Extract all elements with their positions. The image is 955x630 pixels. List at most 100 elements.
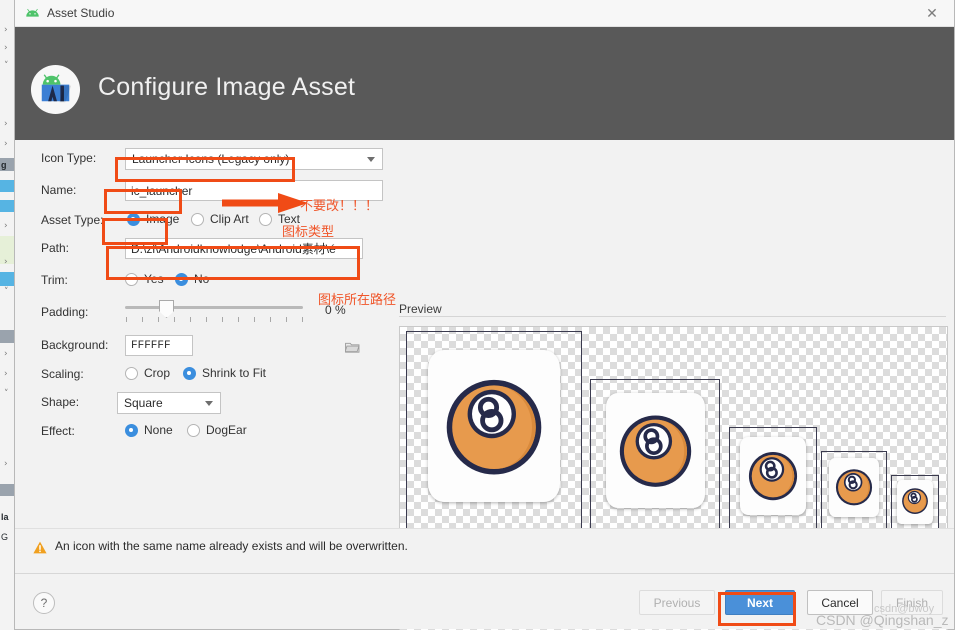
field-row-effect: Effect: None DogEar: [15, 421, 387, 443]
preview-panel: Preview: [387, 140, 955, 630]
preview-separator: [399, 316, 946, 317]
field-row-scaling: Scaling: Crop Shrink to Fit: [15, 364, 387, 386]
chevron-right-icon: ›: [4, 43, 8, 53]
shape-label: Shape:: [41, 395, 80, 409]
chevron-down-icon: [205, 401, 213, 406]
help-button[interactable]: ?: [33, 592, 55, 614]
effect-option-label: DogEar: [206, 423, 247, 437]
asset-type-radio-image[interactable]: Image: [127, 212, 179, 226]
radio-dot-icon: [183, 366, 196, 380]
android-icon: [26, 8, 39, 17]
padding-slider[interactable]: [125, 300, 303, 322]
scaling-radio-shrink-to-fit[interactable]: Shrink to Fit: [183, 366, 266, 380]
scaling-option-label: Crop: [144, 366, 171, 380]
eight-ball-icon: [619, 415, 692, 487]
asset-studio-dialog: Asset Studio ✕ Configure Image Asset Ico…: [14, 0, 955, 630]
warning-message: An icon with the same name already exist…: [55, 539, 408, 553]
preview-item-xhdpi: xhdpi: [729, 427, 817, 543]
warning-bar: An icon with the same name already exist…: [15, 528, 954, 573]
page-title: Configure Image Asset: [98, 73, 356, 101]
background-color-input[interactable]: FFFFFF: [125, 335, 193, 356]
window-title: Asset Studio: [47, 6, 115, 20]
field-row-shape: Shape: Square: [15, 392, 387, 414]
path-label: Path:: [41, 241, 70, 255]
chevron-right-icon: ›: [4, 25, 8, 35]
ide-label: g: [1, 160, 7, 170]
field-row-path: Path: D:\zl\Androidknowlodge\Android素材\é: [15, 238, 387, 353]
effect-option-label: None: [144, 423, 173, 437]
trim-label: Trim:: [41, 273, 68, 287]
annotation-arrow-icon: [222, 193, 308, 213]
padding-label: Padding:: [41, 305, 89, 319]
trim-option-label: No: [194, 272, 210, 286]
annotation-asset-type-note: 图标类型: [282, 224, 335, 239]
chevron-right-icon: ›: [4, 257, 8, 267]
preview-item-hdpi: hdpi: [821, 451, 887, 543]
dialog-titlebar: Asset Studio ✕: [15, 0, 954, 27]
eight-ball-icon: [835, 469, 873, 506]
preview-tile: [606, 393, 705, 508]
radio-dot-icon: [191, 212, 204, 226]
effect-radio-none[interactable]: None: [125, 423, 173, 437]
preview-tile: [428, 350, 560, 502]
shape-select[interactable]: Square: [117, 392, 221, 414]
chevron-down-icon: ˅: [4, 389, 9, 399]
effect-label: Effect:: [41, 424, 75, 438]
chevron-right-icon: ›: [4, 349, 8, 359]
chevron-down-icon: ˅: [4, 287, 9, 297]
icon-type-label: Icon Type:: [41, 151, 97, 165]
preview-item-mdpi: mdpi: [891, 475, 939, 545]
eight-ball-icon: [446, 379, 542, 475]
radio-dot-icon: [187, 423, 200, 437]
chevron-right-icon: ›: [4, 119, 8, 129]
chevron-right-icon: ›: [4, 459, 8, 469]
slider-track: [125, 306, 303, 309]
field-row-background: Background: FFFFFF: [15, 335, 387, 357]
ide-label: la: [1, 512, 9, 522]
radio-dot-icon: [125, 423, 138, 437]
preview-item-xxhdpi: xxhdpi: [590, 379, 720, 544]
trim-radio-yes[interactable]: Yes: [125, 272, 164, 286]
scaling-option-label: Shrink to Fit: [202, 366, 267, 380]
background-label: Background:: [41, 338, 109, 352]
effect-radio-dogear[interactable]: DogEar: [187, 423, 247, 437]
preview-tile: [897, 480, 933, 524]
path-input[interactable]: D:\zl\Androidknowlodge\Android素材\é: [125, 238, 363, 259]
annotation-path-note: 图标所在路径: [318, 292, 397, 307]
asset-type-option-label: Clip Art: [210, 212, 249, 226]
radio-dot-icon: [125, 272, 138, 286]
radio-dot-icon: [125, 366, 138, 380]
name-label: Name:: [41, 183, 77, 197]
android-studio-icon: [30, 64, 81, 115]
previous-button: Previous: [639, 590, 715, 615]
icon-type-select[interactable]: Launcher Icons (Legacy only): [125, 148, 383, 170]
radio-dot-icon: [127, 212, 140, 226]
icon-type-value: Launcher Icons (Legacy only): [132, 152, 290, 166]
preview-tile: [740, 437, 806, 515]
asset-type-radio-clip-art[interactable]: Clip Art: [191, 212, 249, 226]
watermark-overlay: csdn@bwoy: [874, 603, 935, 615]
trim-radio-no[interactable]: No: [175, 272, 209, 286]
scaling-radio-crop[interactable]: Crop: [125, 366, 170, 380]
preview-item-xxxhdpi: xxxhdpi: [406, 331, 582, 545]
field-row-icon-type: Icon Type: Launcher Icons (Legacy only): [15, 148, 387, 170]
shape-value: Square: [124, 396, 163, 410]
slider-ticks: [126, 317, 304, 323]
preview-tile: [829, 458, 879, 517]
annotation-name-note: 不要改！！！: [300, 198, 379, 213]
radio-dot-icon: [175, 272, 188, 286]
asset-type-option-label: Image: [146, 212, 180, 226]
dialog-header-banner: Configure Image Asset: [15, 27, 954, 140]
slider-thumb[interactable]: [159, 300, 174, 318]
screen: › › ˅ › › g › › › ˅ › › ˅ › la G: [0, 0, 955, 630]
close-icon[interactable]: ✕: [910, 0, 954, 27]
next-button[interactable]: Next: [725, 590, 795, 615]
asset-type-label: Asset Type:: [41, 213, 104, 227]
chevron-down-icon: ˅: [4, 61, 9, 71]
scaling-label: Scaling:: [41, 367, 84, 381]
dialog-footer: ? Previous Next Cancel Finish: [15, 573, 954, 629]
ide-label: G: [1, 532, 9, 542]
preview-label: Preview: [399, 302, 448, 316]
chevron-right-icon: ›: [4, 139, 8, 149]
eight-ball-icon: [748, 452, 798, 501]
